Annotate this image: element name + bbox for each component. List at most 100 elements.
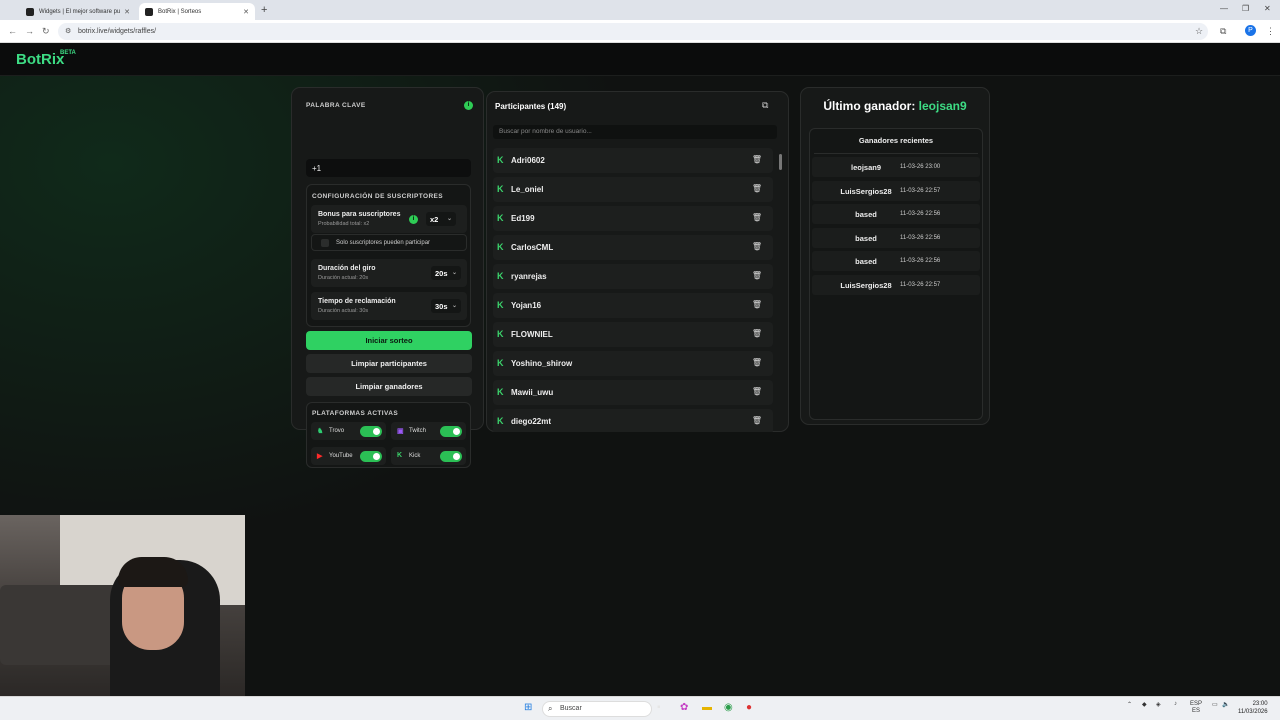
bonus-select[interactable]: x2 ⌄ [426, 212, 456, 226]
trash-icon[interactable]: 🗑 [752, 329, 762, 338]
tab-title: BotRix | Sorteos [158, 8, 202, 15]
app-icon[interactable]: ● [746, 702, 752, 713]
trash-icon[interactable]: 🗑 [752, 358, 762, 367]
trash-icon[interactable]: 🗑 [752, 184, 762, 193]
participant-search-input[interactable]: Buscar por nombre de usuario... [493, 125, 777, 139]
trash-icon[interactable]: 🗑 [752, 242, 762, 251]
winner-time: 11-03-26 22:57 [900, 187, 941, 194]
start-raffle-button[interactable]: Iniciar sorteo [306, 331, 472, 350]
participant-row: K Mawii_uwu 🗑 [493, 380, 773, 405]
participant-name: Le_oniel [511, 185, 544, 194]
winners-panel: Último ganador: leojsan9 Ganadores recie… [800, 87, 990, 425]
participants-panel: Participantes (149) ⧉ Buscar por nombre … [486, 91, 789, 432]
participant-name: diego22mt [511, 417, 552, 426]
claim-time-select[interactable]: 30s ⌄ [431, 299, 461, 313]
clear-participants-button[interactable]: Limpiar participantes [306, 354, 472, 373]
extensions-icon[interactable]: ⧉ [1220, 26, 1226, 37]
new-tab-icon[interactable]: + [261, 4, 267, 16]
spin-duration-select[interactable]: 20s ⌄ [431, 266, 461, 280]
subs-config-label: CONFIGURACIÓN DE SUSCRIPTORES [312, 193, 444, 200]
trash-icon[interactable]: 🗑 [752, 271, 762, 280]
trovo-icon: ♞ [317, 428, 324, 435]
trash-icon[interactable]: 🗑 [752, 155, 762, 164]
tray-chevron-icon[interactable]: ⌃ [1127, 701, 1132, 708]
tab-title: Widgets | El mejor software pu [39, 8, 121, 15]
winner-time: 11-03-26 22:57 [900, 281, 941, 288]
twitch-toggle[interactable] [440, 426, 462, 437]
trash-icon[interactable]: 🗑 [752, 416, 762, 425]
windows-start-icon[interactable]: ⊞ [524, 702, 532, 713]
copilot-icon[interactable]: ✿ [680, 702, 688, 713]
info-icon[interactable]: i [464, 101, 473, 110]
volume-icon[interactable]: 🔈 [1222, 701, 1229, 708]
restore-icon[interactable]: ❐ [1242, 4, 1249, 13]
participant-row: K Yoshino_shirow 🗑 [493, 351, 773, 376]
tab-close-icon[interactable]: ✕ [124, 8, 130, 16]
claim-time-row: Tiempo de reclamación Duración actual: 3… [311, 292, 467, 320]
platform-name: Trovo [329, 428, 345, 434]
site-info-icon[interactable]: ⚙ [65, 27, 71, 35]
widgets-favicon-icon [26, 7, 34, 16]
back-icon[interactable]: ← [8, 26, 17, 36]
kick-icon: K [497, 387, 504, 397]
subs-only-checkbox-row[interactable]: Solo suscriptores pueden participar [311, 234, 467, 251]
system-clock[interactable]: 23:00 11/03/2026 [1238, 700, 1268, 716]
winner-row: LuisSergios28 11-03-26 22:57 [812, 180, 980, 201]
menu-icon[interactable]: ⋮ [1266, 26, 1275, 37]
platform-name: Twitch [409, 428, 427, 434]
participant-scrollbar[interactable] [779, 154, 782, 170]
spin-duration-row: Duración del giro Duración actual: 20s 2… [311, 259, 467, 287]
kick-icon: K [497, 242, 504, 252]
webcam-sofa [0, 585, 120, 665]
trash-icon[interactable]: 🗑 [752, 213, 762, 222]
participant-name: Yojan16 [511, 301, 542, 310]
trash-icon[interactable]: 🗑 [752, 387, 762, 396]
language-indicator[interactable]: ESP ES [1190, 701, 1202, 715]
subs-only-checkbox[interactable] [321, 239, 329, 247]
trash-icon[interactable]: 🗑 [752, 300, 762, 309]
reload-icon[interactable]: ↻ [42, 26, 50, 37]
tray-app-icon[interactable]: ◆ [1142, 701, 1147, 708]
tray-network-icon[interactable]: ◈ [1156, 701, 1161, 708]
tray-mic-icon[interactable]: ♪ [1174, 701, 1177, 707]
participant-row: Kdiego22mt 🗑 [493, 409, 773, 432]
participant-row: Kryanrejas 🗑 [493, 264, 773, 289]
copy-icon[interactable]: ⧉ [762, 100, 774, 112]
close-window-icon[interactable]: ✕ [1264, 4, 1271, 13]
tab-botrix-sorteos[interactable]: BotRix | Sorteos ✕ [139, 3, 255, 20]
bookmark-star-icon[interactable]: ☆ [1195, 26, 1203, 37]
participant-row: K CarlosCML 🗑 [493, 235, 773, 260]
task-view-icon[interactable]: ▪ [657, 702, 661, 713]
youtube-toggle[interactable] [360, 451, 382, 462]
monitor-icon[interactable]: ▭ [1212, 701, 1218, 708]
windows-taskbar: ⊞ ⌕ Buscar ▪ ✿ ▬ ◉ ● ⌃ ◆ ◈ ♪ ESP ES ▭ 🔈 … [0, 696, 1280, 720]
kick-toggle[interactable] [440, 451, 462, 462]
taskbar-search[interactable]: ⌕ Buscar [542, 701, 652, 717]
clock-time: 23:00 [1252, 701, 1268, 707]
winner-time: 11-03-26 23:00 [900, 164, 941, 170]
minimize-icon[interactable]: — [1220, 4, 1228, 13]
tab-close-icon[interactable]: ✕ [243, 8, 249, 16]
file-explorer-icon[interactable]: ▬ [702, 702, 712, 713]
raffle-settings-panel: PALABRA CLAVE i +1 CONFIGURACIÓN DE SUSC… [291, 87, 484, 468]
winner-time: 11-03-26 22:56 [900, 234, 941, 241]
active-platforms: PLATAFORMAS ACTIVAS ♞ Trovo ▣ Twitch ▶ Y… [306, 402, 471, 468]
winner-time: 11-03-26 22:56 [900, 211, 941, 217]
tab-widgets[interactable]: Widgets | El mejor software pu ✕ [20, 3, 136, 20]
clear-winners-button[interactable]: Limpiar ganadores [306, 377, 472, 396]
forward-icon[interactable]: → [25, 26, 34, 36]
profile-avatar[interactable]: P [1245, 25, 1256, 36]
bonus-info-icon[interactable]: i [409, 215, 418, 224]
participant-row: K FLOWNIEL 🗑 [493, 322, 773, 347]
botrix-logo[interactable]: BotRix [16, 51, 64, 68]
keyword-input[interactable]: +1 [306, 159, 471, 177]
participant-row: K Ed199 🗑 [493, 206, 773, 231]
platform-trovo: ♞ Trovo [311, 422, 386, 440]
last-winner-name: leojsan9 [918, 99, 967, 113]
beta-badge: BETA [60, 50, 76, 56]
search-icon: ⌕ [548, 704, 553, 713]
trovo-toggle[interactable] [360, 426, 382, 437]
winner-row: based 11-03-26 22:56 [812, 204, 980, 224]
url-input[interactable]: ⚙ botrix.live/widgets/raffles/ [58, 23, 1208, 40]
chrome-icon[interactable]: ◉ [724, 702, 733, 713]
